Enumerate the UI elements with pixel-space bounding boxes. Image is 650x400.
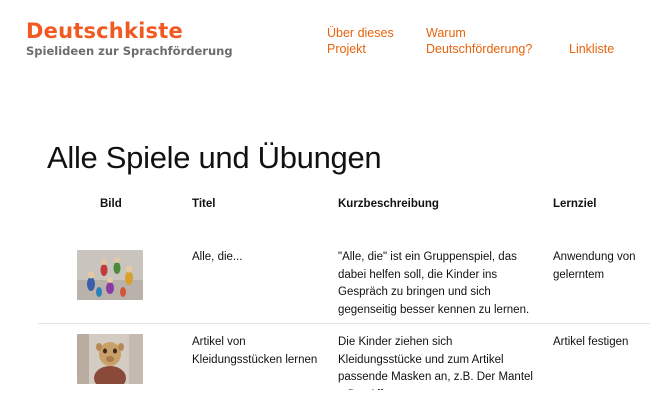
row-goal: Anwendung von gelerntem Vokabular <box>553 251 636 281</box>
nav-link-why-german[interactable]: Warum Deutschförderung? <box>426 25 546 57</box>
row-title[interactable]: Alle, die... <box>192 249 327 267</box>
logo-subtitle: Spielideen zur Sprachförderung <box>26 44 233 58</box>
nav-link-label-line1: Über dieses <box>327 26 394 40</box>
row-description: "Alle, die" ist ein Gruppenspiel, das da… <box>338 251 530 316</box>
row-description: Die Kinder ziehen sich Kleidungsstücke u… <box>338 336 533 390</box>
column-header-title: Titel <box>192 198 216 210</box>
logo-title: Deutschkiste <box>26 19 183 43</box>
nav-link-label-line2: Deutschförderung? <box>426 42 533 56</box>
column-header-image: Bild <box>100 198 122 210</box>
nav-link-about-project[interactable]: Über dieses Projekt <box>327 25 407 57</box>
row-divider <box>38 323 650 324</box>
nav-link-label-line1: Linkliste <box>569 42 615 56</box>
column-header-description: Kurzbeschreibung <box>338 198 439 210</box>
row-title[interactable]: Artikel von Kleidungsstücken lernen <box>192 334 327 369</box>
nav-link-link-list[interactable]: Linkliste <box>569 41 639 57</box>
game-figures-photo-icon[interactable] <box>77 250 143 300</box>
column-header-goal: Lernziel <box>553 198 597 210</box>
child-with-mask-photo-icon[interactable] <box>77 334 143 384</box>
row-goal: Artikel festigen <box>553 336 629 348</box>
nav-link-label-line2: Projekt <box>327 42 366 56</box>
site-logo[interactable]: Deutschkiste Spielideen zur Sprachförder… <box>26 18 233 58</box>
nav-link-label-line1: Warum <box>426 26 466 40</box>
page-title: Alle Spiele und Übungen <box>47 140 382 175</box>
